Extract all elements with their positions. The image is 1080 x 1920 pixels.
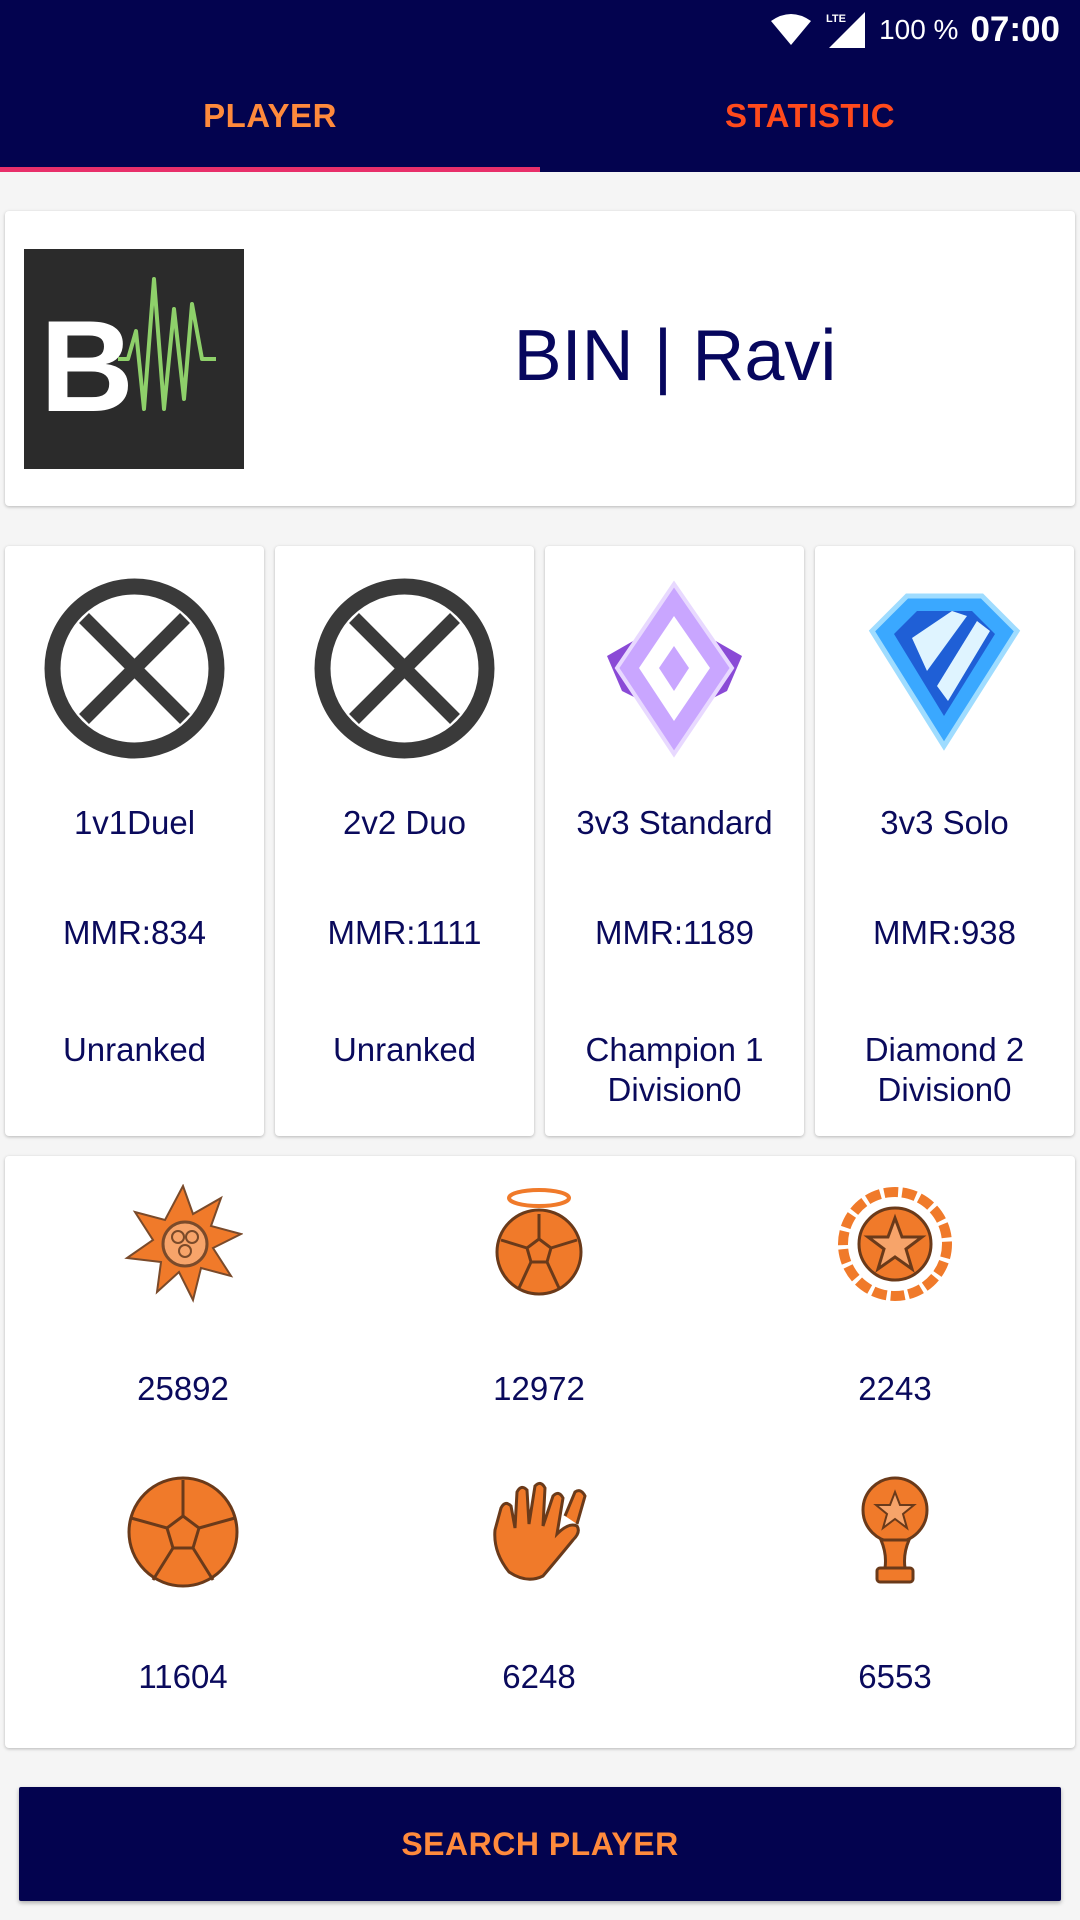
- app-header: LTE 100 % 07:00 PLAYER STATISTIC: [0, 0, 1080, 172]
- stat-mvps: 2243: [717, 1156, 1073, 1416]
- rank-card-3v3-solo[interactable]: 3v3 Solo MMR:938 Diamond 2 Division0: [815, 546, 1074, 1136]
- stat-value: 2243: [858, 1370, 932, 1407]
- mmr-value: MMR:1189: [595, 914, 754, 951]
- tier-division: Division0: [877, 1071, 1012, 1108]
- stat-saves: 12972: [361, 1156, 717, 1416]
- champion-rank-icon: [607, 580, 742, 758]
- tab-bar: PLAYER STATISTIC: [0, 60, 1080, 172]
- battery-percentage: 100 %: [879, 14, 959, 45]
- tab-statistic[interactable]: STATISTIC: [540, 60, 1080, 172]
- tier-name: Diamond 2: [864, 1031, 1025, 1068]
- rank-card-2v2[interactable]: 2v2 Duo MMR:1111 Unranked: [275, 546, 534, 1136]
- tab-player[interactable]: PLAYER: [0, 60, 540, 172]
- tier-name: Unranked: [62, 1031, 207, 1068]
- stat-value: 6553: [858, 1658, 932, 1695]
- mmr-value: MMR:1111: [327, 914, 482, 951]
- tab-selected-indicator: [0, 167, 540, 172]
- rank-tier: Diamond 2 Division0: [815, 1030, 1074, 1110]
- network-type-label: LTE: [826, 13, 846, 25]
- shots-icon: [124, 1184, 243, 1303]
- search-player-button[interactable]: SEARCH PLAYER: [19, 1787, 1061, 1901]
- mvps-icon: [838, 1187, 952, 1301]
- stat-value: 6248: [502, 1658, 576, 1695]
- rank-tier: Unranked: [5, 1030, 264, 1070]
- tab-player-label: PLAYER: [203, 97, 337, 134]
- player-name: BIN | Ravi: [513, 316, 837, 396]
- mmr-value: MMR:834: [62, 914, 207, 951]
- unranked-x-icon: [44, 578, 225, 759]
- assists-icon: [493, 1481, 587, 1581]
- waveform-logo-icon: B: [40, 277, 216, 439]
- cell-signal-icon: LTE: [826, 12, 866, 48]
- clock: 07:00: [970, 10, 1060, 49]
- stat-value: 12972: [493, 1370, 585, 1407]
- stat-value: 11604: [138, 1658, 228, 1695]
- player-profile-card: B BIN | Ravi: [5, 211, 1075, 506]
- stat-wins: 6553: [717, 1444, 1073, 1704]
- diamond-rank-icon: [868, 593, 1021, 751]
- rank-tier: Unranked: [275, 1030, 534, 1070]
- stat-assists: 6248: [361, 1444, 717, 1704]
- status-icons: LTE 100 % 07:00: [769, 8, 1060, 52]
- playlist-name: 2v2 Duo: [343, 804, 466, 841]
- stat-shots: 25892: [5, 1156, 361, 1416]
- playlist-name: 1v1Duel: [73, 804, 196, 841]
- avatar-letter: B: [40, 293, 134, 439]
- tier-name: Unranked: [332, 1031, 477, 1068]
- playlist-name: 3v3 Standard: [576, 804, 773, 841]
- tier-division: Division0: [607, 1071, 742, 1108]
- mmr-value: MMR:938: [872, 914, 1017, 951]
- player-avatar: B: [24, 249, 244, 469]
- tier-name: Champion 1: [585, 1031, 764, 1068]
- rank-card-3v3-standard[interactable]: 3v3 Standard MMR:1189 Champion 1 Divisio…: [545, 546, 804, 1136]
- tab-statistic-label: STATISTIC: [724, 97, 896, 134]
- stat-value: 25892: [137, 1370, 229, 1407]
- goals-icon: [127, 1476, 239, 1588]
- status-bar: LTE 100 % 07:00: [0, 0, 1080, 60]
- wins-icon: [861, 1476, 929, 1584]
- unranked-x-icon: [314, 578, 495, 759]
- wifi-icon: [771, 14, 812, 45]
- rank-tier: Champion 1 Division0: [545, 1030, 804, 1110]
- lifetime-stats-card: 25892 12972 2243 11604 6248 6553: [5, 1156, 1075, 1748]
- playlist-name: 3v3 Solo: [880, 804, 1009, 841]
- rank-card-1v1[interactable]: 1v1Duel MMR:834 Unranked: [5, 546, 264, 1136]
- saves-icon: [495, 1188, 583, 1296]
- stat-goals: 11604: [5, 1444, 361, 1704]
